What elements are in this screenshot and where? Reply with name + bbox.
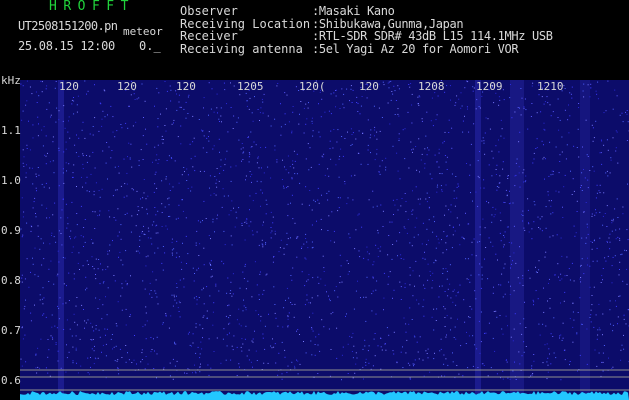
observer-value: :Masaki Kano: [312, 4, 395, 18]
station-info-labels: Observer Receiving Location Receiver Rec…: [180, 5, 310, 55]
x-tick-label: 1209: [476, 80, 503, 93]
antenna-label: Receiving antenna: [180, 41, 303, 56]
y-tick-label: 0.6: [1, 374, 21, 387]
vertical-streak: [475, 80, 481, 400]
meteor-label: meteor: [123, 25, 163, 38]
spectrogram-background: [20, 80, 629, 400]
y-tick-label: 1.0: [1, 174, 21, 187]
frequency-unit-label: kHz: [1, 74, 21, 87]
y-tick-label: 1.1: [1, 124, 21, 137]
meteor-count: 0._: [139, 39, 161, 53]
receiver-label: Receiver: [180, 29, 238, 44]
observer-label: Observer: [180, 4, 238, 18]
station-info-values: :Masaki Kano :Shibukawa,Gunma,Japan :RTL…: [312, 5, 553, 55]
x-tick-label: 120: [176, 80, 196, 93]
app-title: HROFFT: [49, 0, 135, 14]
x-tick-label: 120(: [299, 80, 326, 93]
vertical-streak: [510, 80, 524, 400]
x-tick-label: 120: [117, 80, 137, 93]
x-tick-label: 1205: [237, 80, 264, 93]
y-tick-label: 0.9: [1, 224, 21, 237]
spectrogram-display: [20, 80, 629, 400]
y-tick-label: 0.8: [1, 274, 21, 287]
x-tick-label: 1210: [537, 80, 564, 93]
date-time: 25.08.15 12:00: [18, 39, 115, 53]
receiver-value: :RTL-SDR SDR# 43dB L15 114.1MHz USB: [312, 29, 553, 44]
hrofft-window: HROFFT UT2508151200.pn meteor 25.08.15 1…: [0, 0, 629, 400]
antenna-value: :5el Yagi Az 20 for Aomori VOR: [312, 41, 519, 56]
y-tick-label: 0.7: [1, 324, 21, 337]
x-tick-label: 120: [59, 80, 79, 93]
vertical-streak: [58, 80, 64, 400]
x-tick-label: 120: [359, 80, 379, 93]
vertical-streak: [580, 80, 590, 400]
file-name: UT2508151200.pn: [18, 19, 118, 33]
x-tick-label: 1208: [418, 80, 445, 93]
